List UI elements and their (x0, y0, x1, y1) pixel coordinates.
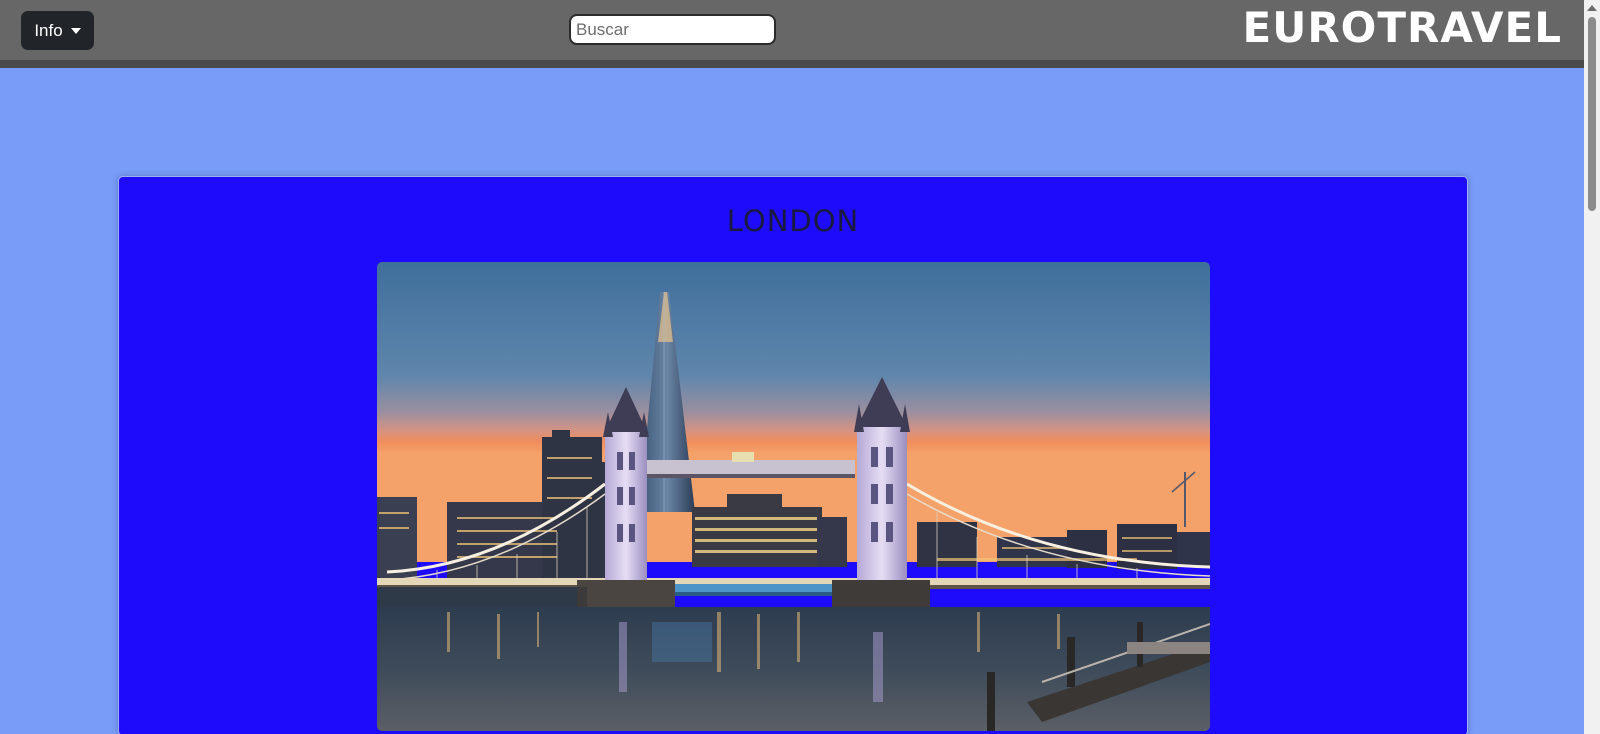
caret-down-icon (70, 28, 81, 34)
info-dropdown-button[interactable]: Info (21, 11, 94, 50)
destination-card: LONDON (118, 176, 1468, 734)
scroll-up-arrow-icon[interactable] (1587, 5, 1597, 11)
tower-bridge-photo (377, 262, 1210, 731)
top-navbar: Info EUROTRAVEL (0, 0, 1584, 68)
info-button-label: Info (34, 20, 63, 40)
scrollbar-thumb[interactable] (1588, 17, 1596, 211)
search-input[interactable] (569, 14, 776, 45)
page-scrollbar[interactable] (1584, 0, 1600, 734)
brand-logo-text[interactable]: EUROTRAVEL (1243, 3, 1562, 53)
card-title: LONDON (726, 204, 860, 238)
